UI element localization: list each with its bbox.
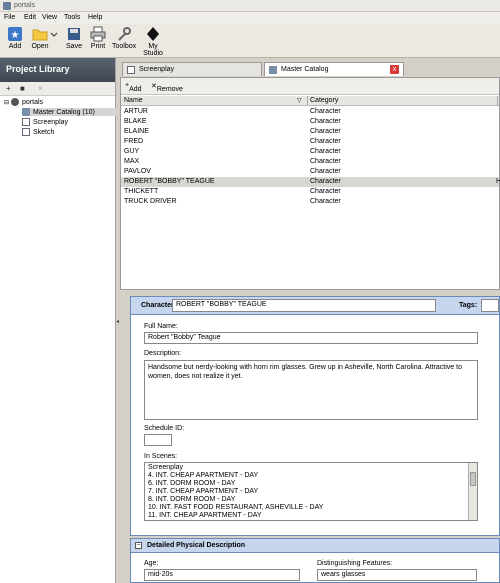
- svg-text:★: ★: [11, 30, 20, 41]
- screenplay-icon: [22, 118, 30, 126]
- delete-icon[interactable]: ×: [38, 84, 43, 93]
- tree-item-master-catalog[interactable]: Master Catalog (10): [22, 108, 116, 116]
- list-item[interactable]: 11. INT. CHEAP APARTMENT - DAY: [148, 512, 474, 520]
- list-item[interactable]: 7. INT. CHEAP APARTMENT - DAY: [148, 488, 474, 496]
- table-row[interactable]: BLAKE Character: [121, 117, 499, 127]
- schedule-id-label: Schedule ID:: [144, 425, 185, 432]
- catalog-icon: [269, 66, 277, 74]
- character-label: Character:: [141, 302, 177, 309]
- window-title: portals: [14, 2, 36, 9]
- description-field[interactable]: Handsome but nerdy-looking with horn rim…: [144, 360, 478, 420]
- catalog-list-panel: + Add ✕ Remove Name ▽ Category ARTUR Char…: [120, 77, 500, 290]
- table-row[interactable]: FRED Character: [121, 137, 499, 147]
- folder-small-icon[interactable]: ■: [20, 84, 25, 93]
- print-icon: [90, 26, 106, 42]
- folder-icon: [32, 26, 48, 42]
- table-row-selected[interactable]: ROBERT "BOBBY" TEAGUE Character H: [121, 177, 500, 187]
- column-header: Name ▽ Category: [121, 96, 499, 106]
- physical-description-header[interactable]: – Detailed Physical Description: [131, 539, 499, 553]
- sort-icon[interactable]: ▽: [297, 97, 302, 104]
- tab-master-catalog[interactable]: Master Catalog x: [264, 62, 404, 76]
- table-row[interactable]: THICKETT Character: [121, 187, 499, 197]
- document-tabs: Screenplay Master Catalog x: [120, 60, 500, 77]
- distinguishing-features-label: Distinguishing Features:: [317, 560, 393, 567]
- tree-item-portals[interactable]: ⊟ portals: [4, 98, 43, 106]
- project-icon: [11, 98, 20, 106]
- table-row[interactable]: ARTUR Character: [121, 107, 499, 117]
- table-row[interactable]: GUY Character: [121, 147, 499, 157]
- table-row[interactable]: MAX Character: [121, 157, 499, 167]
- tree-item-sketch[interactable]: Sketch: [22, 128, 54, 136]
- full-name-label: Full Name:: [144, 323, 178, 330]
- distinguishing-features-field[interactable]: wears glasses: [317, 569, 477, 581]
- scrollbar-thumb[interactable]: [470, 472, 476, 486]
- collapse-icon[interactable]: –: [135, 542, 142, 549]
- add-entry-button[interactable]: + Add: [125, 82, 142, 93]
- tags-label: Tags:: [459, 302, 478, 309]
- table-row[interactable]: TRUCK DRIVER Character: [121, 197, 499, 207]
- scenes-scrollbar[interactable]: [468, 463, 477, 520]
- add-item-icon[interactable]: +: [6, 84, 11, 93]
- menu-bar: File Edit View Tools Help: [0, 12, 500, 24]
- column-name[interactable]: Name: [124, 97, 143, 104]
- chevron-down-icon: [50, 26, 58, 42]
- description-label: Description:: [144, 350, 181, 357]
- age-label: Age:: [144, 560, 159, 567]
- toolbox-button[interactable]: Toolbox: [112, 26, 136, 50]
- physical-description-card: – Detailed Physical Description Age: mid…: [130, 538, 500, 583]
- character-card: Character: ROBERT "BOBBY" TEAGUE Tags: F…: [130, 296, 500, 536]
- catalog-toolbar: + Add ✕ Remove: [121, 78, 499, 95]
- physical-description-title: Detailed Physical Description: [147, 542, 246, 549]
- toolbar: ★ Add Open Save Print Toolbox My Studio: [0, 24, 500, 58]
- table-row[interactable]: PAVLOV Character: [121, 167, 499, 177]
- menu-help[interactable]: Help: [88, 14, 102, 21]
- menu-file[interactable]: File: [4, 14, 15, 21]
- open-dropdown[interactable]: [50, 26, 58, 43]
- tab-screenplay[interactable]: Screenplay: [122, 62, 262, 76]
- list-item[interactable]: 10. INT. FAST FOOD RESTAURANT, ASHEVILLE…: [148, 504, 474, 512]
- full-name-field[interactable]: Robert "Bobby" Teague: [144, 332, 478, 344]
- add-button[interactable]: ★ Add: [5, 26, 25, 50]
- tags-field[interactable]: [481, 299, 499, 312]
- table-row[interactable]: ELAINE Character: [121, 127, 499, 137]
- tree-item-screenplay[interactable]: Screenplay: [22, 118, 68, 126]
- in-scenes-label: In Scenes:: [144, 453, 178, 460]
- schedule-id-field[interactable]: [144, 434, 172, 446]
- menu-tools[interactable]: Tools: [64, 14, 80, 21]
- my-studio-button[interactable]: My Studio: [138, 26, 168, 57]
- character-name-field[interactable]: ROBERT "BOBBY" TEAGUE: [172, 299, 436, 312]
- close-tab-icon[interactable]: x: [390, 65, 399, 74]
- in-scenes-list[interactable]: Screenplay 4. INT. CHEAP APARTMENT - DAY…: [144, 462, 478, 521]
- list-item[interactable]: 8. INT. DORM ROOM - DAY: [148, 496, 474, 504]
- detail-panel: Character: ROBERT "BOBBY" TEAGUE Tags: F…: [120, 295, 500, 583]
- menu-edit[interactable]: Edit: [24, 14, 36, 21]
- age-field[interactable]: mid-20s: [144, 569, 300, 581]
- wrench-icon: [116, 26, 132, 42]
- save-icon: [66, 26, 82, 42]
- title-bar: portals: [0, 0, 500, 12]
- list-item[interactable]: 6. INT. DORM ROOM - DAY: [148, 480, 474, 488]
- menu-view[interactable]: View: [42, 14, 57, 21]
- project-library-panel: Project Library + ■ × ⊟ portals Master C…: [0, 58, 116, 583]
- column-category[interactable]: Category: [310, 97, 338, 104]
- project-library-title: Project Library: [0, 58, 115, 82]
- print-button[interactable]: Print: [88, 26, 108, 50]
- screenplay-icon: [127, 66, 135, 74]
- sidebar-toolbar: + ■ ×: [0, 82, 115, 96]
- character-header: Character: ROBERT "BOBBY" TEAGUE Tags:: [131, 297, 499, 315]
- app-icon: [3, 2, 11, 10]
- add-icon: ★: [7, 26, 23, 42]
- studio-icon: [145, 26, 161, 42]
- save-button[interactable]: Save: [64, 26, 84, 50]
- catalog-icon: [22, 108, 30, 116]
- list-item[interactable]: Screenplay: [148, 464, 474, 472]
- remove-entry-button[interactable]: ✕ Remove: [151, 82, 183, 93]
- list-item[interactable]: 4. INT. CHEAP APARTMENT - DAY: [148, 472, 474, 480]
- collapse-icon[interactable]: ⊟: [4, 99, 9, 106]
- sketch-icon: [22, 128, 30, 136]
- open-button[interactable]: Open: [30, 26, 50, 50]
